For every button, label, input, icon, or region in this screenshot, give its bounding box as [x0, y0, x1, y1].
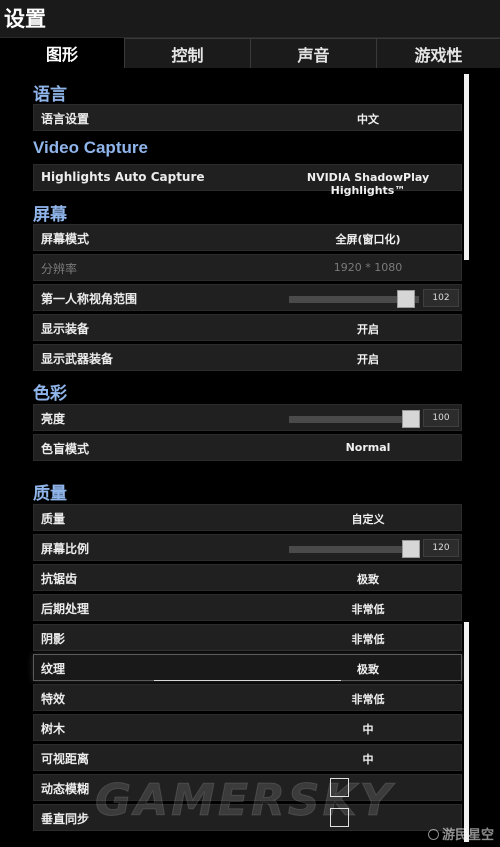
setting-label: 亮度 — [41, 412, 66, 426]
quality-value[interactable]: 自定义 — [284, 511, 452, 527]
language-value[interactable]: 中文 — [284, 111, 452, 127]
setting-label: 可视距离 — [41, 752, 90, 766]
setting-label: 屏幕模式 — [41, 232, 90, 246]
tab-graphics[interactable]: 图形 — [0, 38, 124, 68]
setting-label: 显示装备 — [41, 322, 90, 336]
setting-label: 第一人称视角范围 — [41, 292, 138, 306]
fov-value-box[interactable]: 102 — [423, 289, 459, 307]
section-heading-color: 色彩 — [33, 384, 67, 404]
shadows-value[interactable]: 非常低 — [284, 631, 452, 647]
tab-gameplay[interactable]: 游戏性 — [376, 38, 500, 68]
section-heading-video-capture: Video Capture — [33, 138, 148, 157]
post-processing-value[interactable]: 非常低 — [284, 601, 452, 617]
setting-row-screen-scale: 屏幕比例 120 — [33, 534, 462, 561]
gamersky-watermark: GAMERSKY — [95, 775, 395, 827]
brand-text: 游民星空 — [441, 828, 494, 843]
setting-row-shadows[interactable]: 阴影 非常低 — [33, 624, 462, 651]
graphics-settings-panel: 语言 语言设置 中文 Video Capture Highlights Auto… — [0, 68, 500, 847]
setting-label: 显示武器装备 — [41, 352, 114, 366]
fov-slider-thumb[interactable] — [397, 290, 415, 308]
brightness-value-box[interactable]: 100 — [423, 409, 459, 427]
scrollbar-thumb[interactable] — [464, 74, 469, 260]
screen-scale-slider-thumb[interactable] — [402, 540, 420, 558]
show-weapon-equipment-value[interactable]: 开启 — [284, 351, 452, 367]
brand-logo-icon — [427, 829, 439, 840]
view-distance-value[interactable]: 中 — [284, 751, 452, 767]
setting-row-resolution: 分辨率 1920 * 1080 — [33, 254, 462, 281]
setting-row-show-weapon-equipment[interactable]: 显示武器装备 开启 — [33, 344, 462, 371]
setting-row-show-equipment[interactable]: 显示装备 开启 — [33, 314, 462, 341]
foliage-value[interactable]: 中 — [284, 721, 452, 737]
section-heading-quality: 质量 — [33, 484, 67, 504]
setting-row-brightness: 亮度 100 — [33, 404, 462, 431]
settings-scrollbar[interactable] — [464, 74, 470, 844]
setting-label: 质量 — [41, 512, 66, 526]
setting-label: 分辨率 — [41, 262, 78, 276]
colorblind-mode-value[interactable]: Normal — [284, 441, 452, 454]
screen-scale-value-box[interactable]: 120 — [423, 539, 459, 557]
highlights-capture-value[interactable]: NVIDIA ShadowPlay Highlights™ — [284, 171, 452, 197]
setting-label: 后期处理 — [41, 602, 90, 616]
setting-label: 语言设置 — [41, 112, 90, 126]
window-title: 设置 — [4, 7, 46, 31]
setting-row-foliage[interactable]: 树木 中 — [33, 714, 462, 741]
setting-label: 动态模糊 — [41, 782, 90, 796]
fov-slider-track[interactable] — [289, 290, 419, 308]
settings-titlebar: 设置 — [0, 0, 500, 38]
setting-label: 阴影 — [41, 632, 66, 646]
screen-scale-slider-track[interactable] — [289, 540, 420, 558]
setting-row-textures[interactable]: 纹理 极致 — [33, 654, 462, 681]
setting-row-language[interactable]: 语言设置 中文 — [33, 104, 462, 131]
tab-controls[interactable]: 控制 — [124, 38, 250, 68]
textures-value[interactable]: 极致 — [284, 661, 452, 677]
setting-row-effects[interactable]: 特效 非常低 — [33, 684, 462, 711]
settings-tabs: 图形 控制 声音 游戏性 — [0, 38, 500, 68]
anti-aliasing-value[interactable]: 极致 — [284, 571, 452, 587]
setting-label: 色盲模式 — [41, 442, 90, 456]
brightness-slider-thumb[interactable] — [402, 410, 420, 428]
setting-row-quality[interactable]: 质量 自定义 — [33, 504, 462, 531]
setting-row-post-processing[interactable]: 后期处理 非常低 — [33, 594, 462, 621]
setting-label: 屏幕比例 — [41, 542, 90, 556]
setting-label: 特效 — [41, 692, 66, 706]
scrollbar-thumb-lower[interactable] — [464, 622, 469, 842]
setting-label: 纹理 — [41, 662, 66, 676]
setting-label: Highlights Auto Capture — [41, 170, 205, 184]
resolution-value: 1920 * 1080 — [333, 261, 403, 274]
section-heading-language: 语言 — [33, 85, 67, 105]
screen-mode-value[interactable]: 全屏(窗口化) — [284, 231, 452, 247]
brand-logo: 游民星空 — [427, 824, 494, 843]
tab-sound[interactable]: 声音 — [250, 38, 376, 68]
setting-row-highlights-auto-capture[interactable]: Highlights Auto Capture NVIDIA ShadowPla… — [33, 164, 462, 197]
section-heading-screen: 屏幕 — [33, 205, 67, 225]
effects-value[interactable]: 非常低 — [284, 691, 452, 707]
setting-row-colorblind-mode[interactable]: 色盲模式 Normal — [33, 434, 462, 461]
setting-row-screen-mode[interactable]: 屏幕模式 全屏(窗口化) — [33, 224, 462, 251]
brightness-slider-track[interactable] — [289, 410, 420, 428]
setting-row-anti-aliasing[interactable]: 抗锯齿 极致 — [33, 564, 462, 591]
setting-label: 抗锯齿 — [41, 572, 78, 586]
setting-label: 树木 — [41, 722, 66, 736]
setting-label: 垂直同步 — [41, 812, 90, 826]
setting-row-view-distance[interactable]: 可视距离 中 — [33, 744, 462, 771]
show-equipment-value[interactable]: 开启 — [284, 321, 452, 337]
setting-row-fov: 第一人称视角范围 102 — [33, 284, 462, 311]
